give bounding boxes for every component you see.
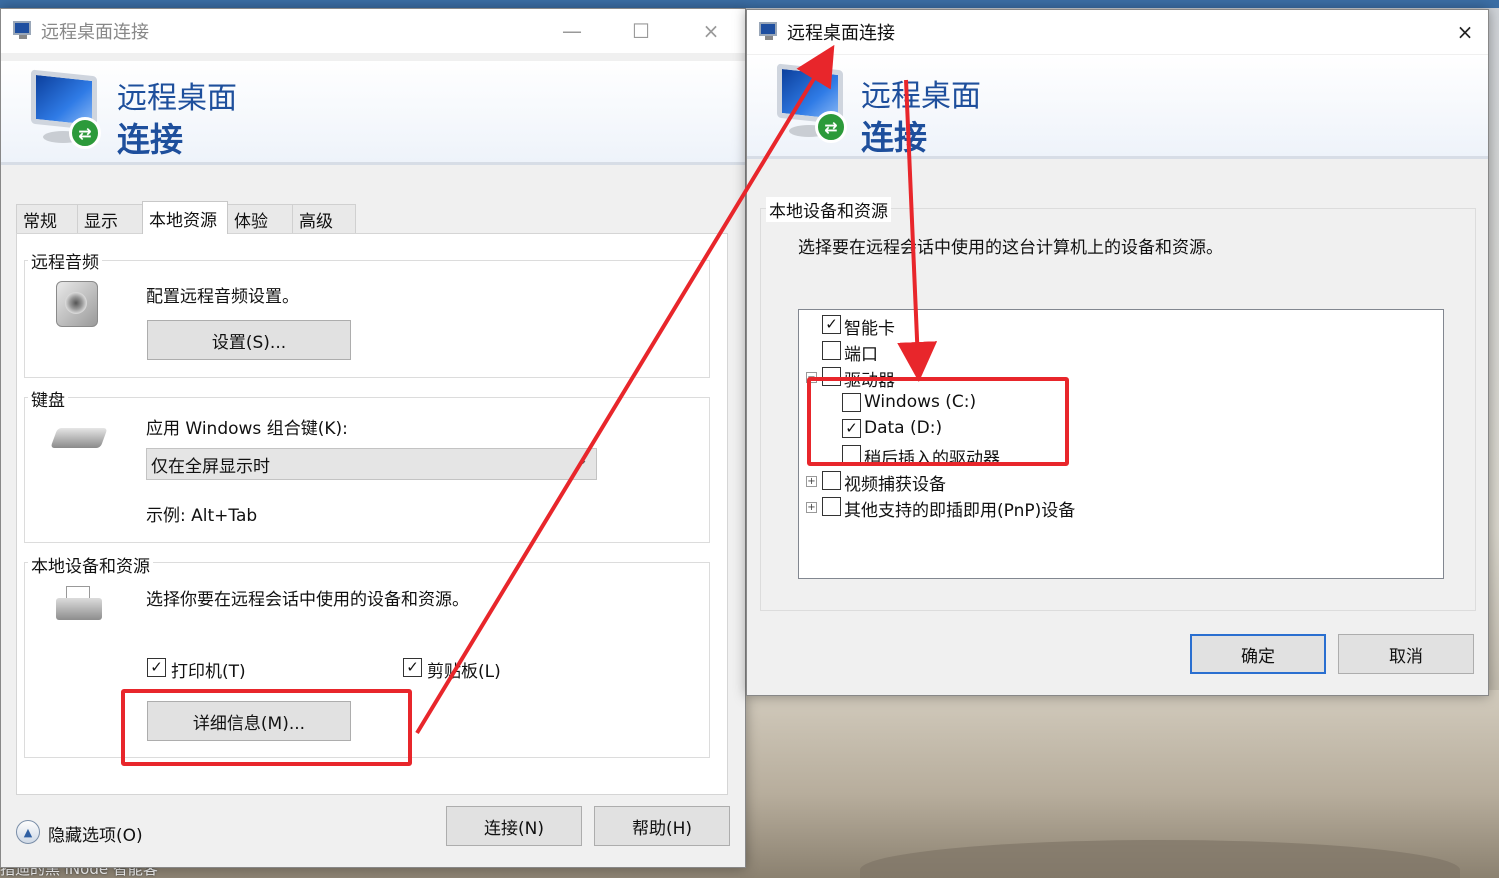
keyboard-example: 示例: Alt+Tab (146, 506, 258, 526)
window-title: 远程桌面连接 (41, 22, 149, 43)
ok-button[interactable]: 确定 (1190, 634, 1326, 674)
tree-checkbox-smartcard[interactable]: ✓ (822, 315, 841, 334)
dialog-app-icon (759, 22, 781, 42)
tab-display[interactable]: 显示 (77, 204, 143, 234)
audio-settings-button[interactable]: 设置(S)... (147, 320, 351, 360)
tab-experience[interactable]: 体验 (227, 204, 293, 234)
devices-description: 选择你要在远程会话中使用的设备和资源。 (146, 590, 469, 610)
clipboard-label: 剪贴板(L) (427, 662, 501, 682)
annotation-box-drives (807, 377, 1069, 466)
speaker-icon (56, 281, 98, 327)
dialog-title-bar[interactable]: 远程桌面连接 × (747, 10, 1488, 54)
expand-video-icon[interactable]: + (806, 476, 817, 487)
dialog-banner-title: 远程桌面 (861, 79, 981, 114)
printer-checkbox[interactable]: ✓ (147, 658, 166, 677)
tree-label-pnp[interactable]: 其他支持的即插即用(PnP)设备 (844, 496, 1075, 521)
remote-desktop-icon: ⇄ (29, 69, 105, 151)
dialog-banner: ⇄ 远程桌面 连接 (747, 55, 1488, 159)
tree-label-video[interactable]: 视频捕获设备 (844, 470, 946, 495)
close-button[interactable]: × (688, 9, 734, 53)
tab-local-resources[interactable]: 本地资源 (142, 201, 228, 234)
tab-advanced[interactable]: 高级 (292, 204, 356, 234)
dialog-connection-badge-icon: ⇄ (815, 111, 847, 143)
collapse-up-icon[interactable]: ▲ (16, 820, 40, 844)
banner-subtitle: 连接 (117, 120, 183, 159)
select-value: 仅在全屏显示时 (151, 456, 270, 477)
banner: ⇄ 远程桌面 连接 (1, 61, 745, 165)
apply-windows-keys-label: 应用 Windows 组合键(K): (146, 419, 348, 439)
tree-label-smartcard[interactable]: 智能卡 (844, 314, 895, 339)
local-devices-label: 本地设备和资源 (28, 552, 153, 577)
audio-description: 配置远程音频设置。 (146, 287, 299, 307)
connection-badge-icon: ⇄ (69, 117, 101, 149)
wallpaper-ridge (860, 840, 1460, 878)
annotation-box-details-button (121, 689, 412, 766)
tree-checkbox-video[interactable] (822, 471, 841, 490)
keyboard-icon (50, 428, 108, 448)
dialog-remote-desktop-icon: ⇄ (775, 63, 851, 145)
help-button[interactable]: 帮助(H) (594, 806, 730, 846)
hide-options-link[interactable]: 隐藏选项(O) (48, 821, 143, 846)
banner-title: 远程桌面 (117, 81, 237, 116)
windows-keys-select[interactable]: 仅在全屏显示时 ⌄ (146, 448, 597, 480)
tree-checkbox-ports[interactable] (822, 341, 841, 360)
dialog-banner-subtitle: 连接 (861, 118, 927, 157)
remote-audio-label: 远程音频 (28, 248, 102, 273)
dialog-title: 远程桌面连接 (787, 23, 895, 44)
remote-audio-group (24, 260, 710, 378)
tab-general[interactable]: 常规 (16, 204, 78, 234)
printer-icon (56, 586, 104, 626)
tree-checkbox-pnp[interactable] (822, 497, 841, 516)
app-icon (13, 21, 35, 41)
expand-pnp-icon[interactable]: + (806, 502, 817, 513)
tab-strip: 常规 显示 本地资源 体验 高级 (16, 201, 356, 234)
connect-button[interactable]: 连接(N) (446, 806, 582, 846)
desktop-wallpaper (740, 690, 1499, 878)
cancel-button[interactable]: 取消 (1338, 634, 1474, 674)
dialog-description: 选择要在远程会话中使用的这台计算机上的设备和资源。 (798, 238, 1223, 258)
tree-label-ports[interactable]: 端口 (844, 340, 878, 365)
printer-label: 打印机(T) (171, 662, 246, 682)
dialog-close-button[interactable]: × (1442, 10, 1488, 54)
clipboard-checkbox[interactable]: ✓ (403, 658, 422, 677)
chevron-down-icon: ⌄ (577, 453, 588, 468)
title-bar[interactable]: 远程桌面连接 — ☐ × (1, 9, 745, 53)
desktop-top-strip (0, 0, 1499, 8)
minimize-button[interactable]: — (549, 9, 595, 53)
keyboard-label: 键盘 (28, 386, 68, 411)
dialog-devices-label: 本地设备和资源 (766, 197, 891, 222)
maximize-button[interactable]: ☐ (618, 9, 664, 53)
